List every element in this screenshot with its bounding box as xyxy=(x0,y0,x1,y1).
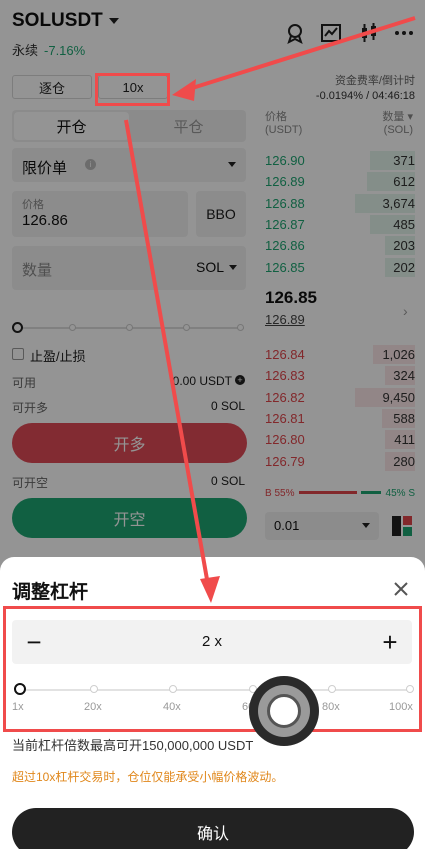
annotation-box-leverage-button xyxy=(95,73,170,106)
touch-indicator xyxy=(249,676,319,746)
close-icon[interactable] xyxy=(391,579,411,599)
touch-core xyxy=(267,694,301,728)
touch-ring xyxy=(258,685,310,737)
confirm-button[interactable]: 确认 xyxy=(12,808,414,849)
max-position-info: 当前杠杆倍数最高可开150,000,000 USDT xyxy=(12,738,254,753)
leverage-warning: 超过10x杠杆交易时，仓位仅能承受小幅价格波动。 xyxy=(12,770,284,784)
annotation-box-leverage-panel xyxy=(3,606,422,732)
modal-title: 调整杠杆 xyxy=(12,582,89,603)
